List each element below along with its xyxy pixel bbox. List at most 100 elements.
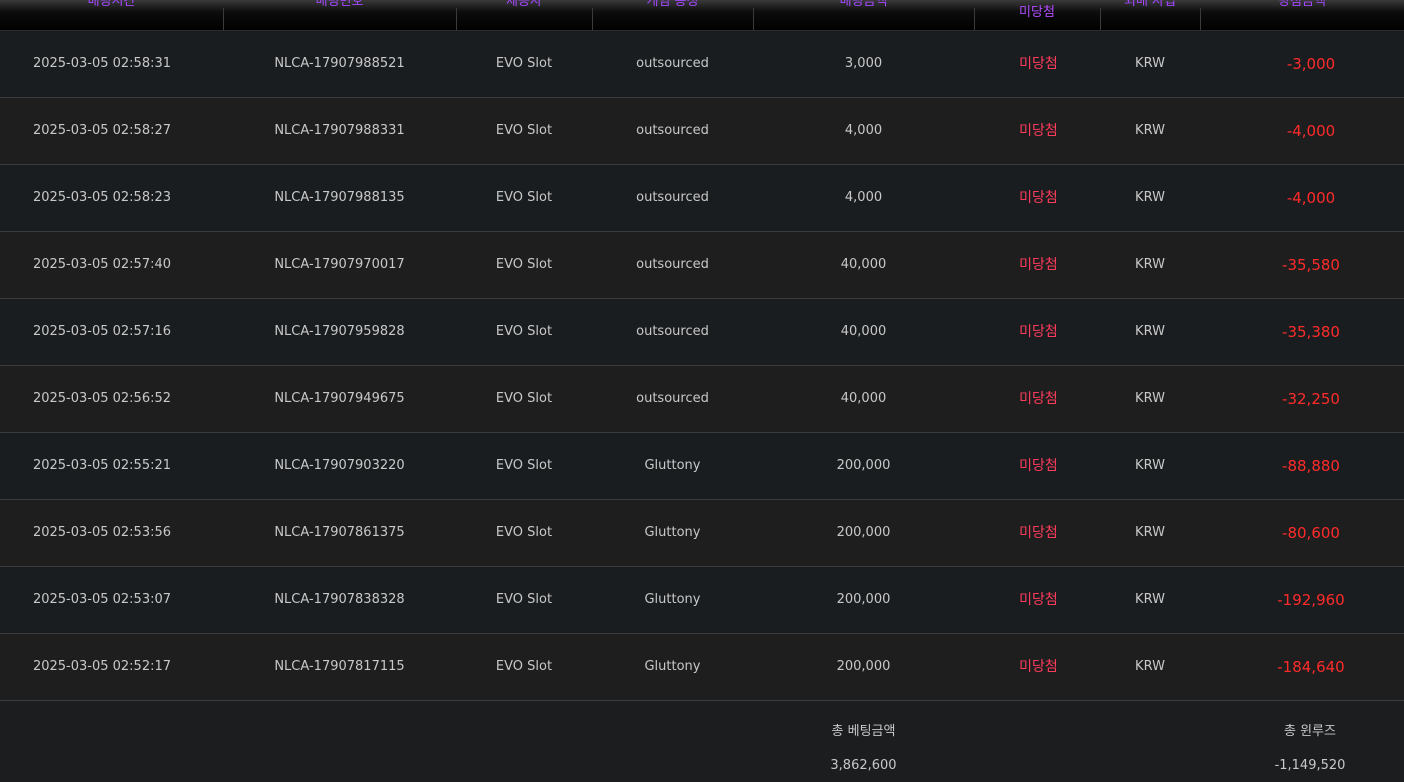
cell-bet-amount: 200,000 bbox=[836, 592, 891, 607]
cell-result: 미당첨 bbox=[1019, 525, 1058, 541]
table-row[interactable]: 2025-03-05 02:58:31 NLCA-17907988521 EVO S… bbox=[0, 31, 1404, 98]
cell-provider: EVO Slot bbox=[495, 592, 553, 607]
table-row[interactable]: 2025-03-05 02:58:23 NLCA-17907988135 EVO S… bbox=[0, 165, 1404, 232]
cell-provider: EVO Slot bbox=[495, 324, 553, 339]
header-label: 배팅시간 bbox=[87, 0, 136, 9]
cell-currency: KRW bbox=[1135, 458, 1165, 473]
cell-provider: EVO Slot bbox=[495, 659, 553, 674]
cell-bet-amount: 40,000 bbox=[840, 391, 887, 406]
header-label: 배팅금액 bbox=[839, 0, 888, 9]
cell-bet-time: 2025-03-05 02:58:27 bbox=[32, 123, 172, 138]
header-win-amount: 당첨금액 bbox=[1200, 0, 1404, 31]
cell-currency: KRW bbox=[1135, 659, 1165, 674]
cell-provider: EVO Slot bbox=[495, 123, 553, 138]
cell-result: 미당첨 bbox=[1019, 659, 1058, 675]
cell-provider: EVO Slot bbox=[495, 391, 553, 406]
header-game: 게임 종정 bbox=[592, 0, 753, 31]
bet-history-table: 배팅시간 배팅번호 제공사 게임 종정 배팅금액 미당첨 외배 사업 당첨금액 bbox=[0, 0, 1404, 782]
header-label: 배팅번호 bbox=[315, 0, 364, 9]
cell-bet-amount: 40,000 bbox=[840, 324, 887, 339]
cell-bet-id: NLCA-17907817115 bbox=[274, 659, 405, 674]
table-row[interactable]: 2025-03-05 02:52:17 NLCA-17907817115 EVO S… bbox=[0, 634, 1404, 701]
cell-bet-time: 2025-03-05 02:52:17 bbox=[32, 659, 172, 674]
cell-currency: KRW bbox=[1135, 324, 1165, 339]
cell-bet-id: NLCA-17907838328 bbox=[274, 592, 405, 607]
cell-bet-time: 2025-03-05 02:58:23 bbox=[32, 190, 172, 205]
cell-bet-amount: 40,000 bbox=[840, 257, 887, 272]
cell-game: outsourced bbox=[636, 391, 709, 406]
header-divider bbox=[753, 8, 754, 30]
cell-bet-amount: 200,000 bbox=[836, 458, 891, 473]
cell-result: 미당첨 bbox=[1019, 190, 1058, 206]
cell-bet-id: NLCA-17907861375 bbox=[274, 525, 405, 540]
cell-result: 미당첨 bbox=[1019, 458, 1058, 474]
total-bet-value: 3,862,600 bbox=[830, 758, 897, 773]
cell-result: 미당첨 bbox=[1019, 56, 1058, 72]
cell-win-amount: -192,960 bbox=[1277, 591, 1345, 609]
cell-win-amount: -4,000 bbox=[1286, 122, 1336, 140]
cell-win-amount: -35,580 bbox=[1282, 256, 1340, 274]
cell-currency: KRW bbox=[1135, 592, 1165, 607]
cell-bet-time: 2025-03-05 02:57:40 bbox=[32, 257, 172, 272]
total-bet-label: 총 베팅금액 bbox=[831, 724, 896, 739]
cell-win-amount: -184,640 bbox=[1277, 658, 1345, 676]
cell-currency: KRW bbox=[1135, 391, 1165, 406]
cell-win-amount: -3,000 bbox=[1286, 55, 1336, 73]
header-label: 외배 사업 bbox=[1124, 0, 1176, 9]
cell-game: Gluttony bbox=[644, 458, 701, 473]
cell-win-amount: -4,000 bbox=[1286, 189, 1336, 207]
cell-currency: KRW bbox=[1135, 257, 1165, 272]
cell-game: outsourced bbox=[636, 324, 709, 339]
cell-provider: EVO Slot bbox=[495, 525, 553, 540]
header-divider bbox=[592, 8, 593, 30]
header-label: 게임 종정 bbox=[646, 0, 699, 9]
table-row[interactable]: 2025-03-05 02:53:07 NLCA-17907838328 EVO S… bbox=[0, 567, 1404, 634]
cell-currency: KRW bbox=[1135, 56, 1165, 71]
cell-bet-time: 2025-03-05 02:55:21 bbox=[32, 458, 172, 473]
header-label: 당첨금액 bbox=[1278, 0, 1326, 9]
cell-game: Gluttony bbox=[644, 592, 701, 607]
header-divider bbox=[223, 8, 224, 30]
cell-bet-time: 2025-03-05 02:53:56 bbox=[32, 525, 172, 540]
header-bet-amount: 배팅금액 bbox=[753, 0, 974, 31]
cell-result: 미당첨 bbox=[1019, 391, 1058, 407]
cell-win-amount: -80,600 bbox=[1282, 524, 1340, 542]
cell-currency: KRW bbox=[1135, 525, 1165, 540]
header-bet-time: 배팅시간 bbox=[0, 0, 223, 31]
cell-provider: EVO Slot bbox=[495, 190, 553, 205]
cell-game: outsourced bbox=[636, 123, 709, 138]
cell-bet-time: 2025-03-05 02:58:31 bbox=[32, 56, 172, 71]
cell-provider: EVO Slot bbox=[495, 458, 553, 473]
total-winloss-label: 총 윈루즈 bbox=[1284, 724, 1336, 739]
cell-bet-amount: 4,000 bbox=[844, 123, 883, 138]
header-label: 미당첨 bbox=[1019, 5, 1055, 20]
cell-result: 미당첨 bbox=[1019, 257, 1058, 273]
header-divider bbox=[456, 8, 457, 30]
table-row[interactable]: 2025-03-05 02:56:52 NLCA-17907949675 EVO S… bbox=[0, 366, 1404, 433]
cell-bet-id: NLCA-17907903220 bbox=[274, 458, 405, 473]
cell-result: 미당첨 bbox=[1019, 123, 1058, 139]
header-bet-id: 배팅번호 bbox=[223, 0, 456, 31]
table-row[interactable]: 2025-03-05 02:57:40 NLCA-17907970017 EVO S… bbox=[0, 232, 1404, 299]
table-row[interactable]: 2025-03-05 02:58:27 NLCA-17907988331 EVO S… bbox=[0, 98, 1404, 165]
table-row[interactable]: 2025-03-05 02:55:21 NLCA-17907903220 EVO S… bbox=[0, 433, 1404, 500]
cell-result: 미당첨 bbox=[1019, 324, 1058, 340]
cell-currency: KRW bbox=[1135, 123, 1165, 138]
total-winloss-value: -1,149,520 bbox=[1274, 758, 1346, 773]
table-row[interactable]: 2025-03-05 02:53:56 NLCA-17907861375 EVO S… bbox=[0, 500, 1404, 567]
cell-bet-amount: 200,000 bbox=[836, 525, 891, 540]
cell-provider: EVO Slot bbox=[495, 257, 553, 272]
table-row[interactable]: 2025-03-05 02:57:16 NLCA-17907959828 EVO S… bbox=[0, 299, 1404, 366]
cell-bet-time: 2025-03-05 02:57:16 bbox=[32, 324, 172, 339]
cell-result: 미당첨 bbox=[1019, 592, 1058, 608]
cell-bet-amount: 4,000 bbox=[844, 190, 883, 205]
cell-game: Gluttony bbox=[644, 525, 701, 540]
header-label: 제공사 bbox=[506, 0, 542, 9]
cell-win-amount: -35,380 bbox=[1282, 323, 1340, 341]
header-divider bbox=[1200, 8, 1201, 30]
header-result: 미당첨 bbox=[974, 0, 1100, 31]
header-currency: 외배 사업 bbox=[1100, 0, 1200, 31]
header-provider: 제공사 bbox=[456, 0, 592, 31]
cell-game: outsourced bbox=[636, 190, 709, 205]
cell-bet-time: 2025-03-05 02:56:52 bbox=[32, 391, 172, 406]
